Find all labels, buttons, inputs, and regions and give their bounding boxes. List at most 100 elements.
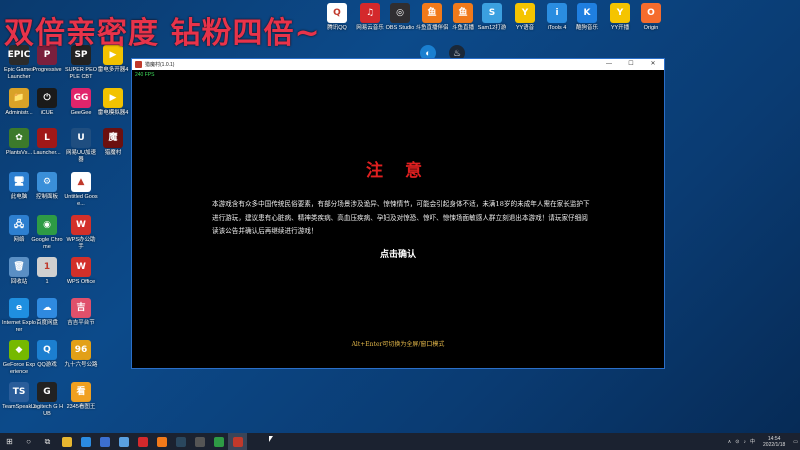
desktop-icon[interactable]: ◉ Google Chrome xyxy=(30,215,64,250)
app-icon: 🖥 xyxy=(9,172,29,192)
chrome-icon[interactable] xyxy=(209,433,228,450)
desktop-icon-label: Launcher... xyxy=(33,150,61,156)
desktop-icon[interactable]: 96 九十六号公路 xyxy=(64,340,98,369)
desktop-icon[interactable]: ⏻ iCUE xyxy=(30,88,64,117)
app-icon: 魔 xyxy=(103,128,123,148)
taskbar-app-glyph xyxy=(137,436,148,447)
desktop-icon-label: 网易云音乐 xyxy=(356,25,384,31)
app-icon: G xyxy=(37,382,57,402)
confirm-button[interactable]: 点击确认 xyxy=(132,247,664,260)
desktop-icon[interactable]: ▶ 雷电模拟器4 xyxy=(96,88,130,117)
app-icon: Q xyxy=(327,3,347,23)
desktop-icon-label: 九十六号公路 xyxy=(64,362,98,368)
app-icon: W xyxy=(71,215,91,235)
desktop-icon[interactable]: 看 2345看图王 xyxy=(64,382,98,411)
desktop-icon-label: 腾讯QQ xyxy=(327,25,347,31)
desktop-icon[interactable]: Q QQ游戏 xyxy=(30,340,64,369)
desktop-icon-label: iTools 4 xyxy=(547,25,567,31)
tray-expand-icon[interactable]: ∧ xyxy=(728,439,732,445)
desktop-icon-label: Logitech G HUB xyxy=(30,404,64,417)
volume-icon[interactable]: ♪ xyxy=(744,439,747,445)
taskbar-app-glyph xyxy=(61,436,72,447)
desktop-icon-label: 斗鱼直播伴侣 xyxy=(415,25,449,31)
desktop-icon[interactable]: ☁ 百度网盘 xyxy=(30,298,64,327)
obs-icon[interactable] xyxy=(190,433,209,450)
netease-music-icon[interactable] xyxy=(133,433,152,450)
desktop-icon-label: QQ游戏 xyxy=(37,362,57,368)
taskbar-app-glyph xyxy=(80,436,91,447)
desktop-icon-label: 吉吉平台节 xyxy=(67,320,95,326)
desktop-icon[interactable]: U 网易UU加速器 xyxy=(64,128,98,163)
desktop-icon[interactable]: Q 腾讯QQ xyxy=(320,3,354,32)
taskbar-app-glyph xyxy=(194,436,205,447)
app-icon: ☁ xyxy=(37,298,57,318)
app-icon: 🖧 xyxy=(9,215,29,235)
app-icon: TS xyxy=(9,382,29,402)
steam-taskbar-icon[interactable] xyxy=(171,433,190,450)
desktop: EPIC Epic Games Launcher P Progressive SP SUP… xyxy=(0,0,800,433)
desktop-icon-label: 酷狗音乐 xyxy=(575,25,598,31)
app-icon: U xyxy=(71,128,91,148)
network-icon[interactable]: ⊙ xyxy=(735,439,739,445)
app-icon: ⏻ xyxy=(37,88,57,108)
file-explorer-icon[interactable] xyxy=(57,433,76,450)
desktop-icon[interactable]: W WPS Office xyxy=(64,257,98,286)
desktop-icon[interactable]: O Origin xyxy=(634,3,668,32)
desktop-icon-label: 百度网盘 xyxy=(35,320,58,326)
douyu-icon[interactable] xyxy=(152,433,171,450)
app-icon-2[interactable] xyxy=(114,433,133,450)
desktop-icon-label: Google Chrome xyxy=(31,237,63,250)
app-icon: 1 xyxy=(37,257,57,277)
desktop-icon[interactable]: Y YY语音 xyxy=(508,3,542,32)
desktop-icon[interactable]: GG GeeGee xyxy=(64,88,98,117)
app-icon: ◆ xyxy=(9,340,29,360)
app-icon: 吉 xyxy=(71,298,91,318)
notification-icon[interactable]: ▭ xyxy=(793,439,798,445)
app-icon: O xyxy=(641,3,661,23)
search-icon[interactable]: ○ xyxy=(19,433,38,450)
start-button[interactable]: ⊞ xyxy=(0,433,19,450)
desktop-icon[interactable]: S Sam12打游 xyxy=(475,3,509,32)
desktop-icon[interactable]: G Logitech G HUB xyxy=(30,382,64,417)
app-icon: e xyxy=(9,298,29,318)
desktop-icon-label: OBS Studio xyxy=(385,25,415,31)
fullscreen-hint: Alt+Enter可切换为全屏/窗口模式 xyxy=(351,341,445,348)
desktop-icon[interactable]: ♫ 网易云音乐 xyxy=(353,3,387,32)
desktop-icon[interactable]: 魔猎魔村 xyxy=(96,128,130,157)
desktop-icon[interactable]: Y YY开播 xyxy=(603,3,637,32)
desktop-icon[interactable]: 吉吉吉平台节 xyxy=(64,298,98,327)
clock[interactable]: 14:54 2022/1/18 xyxy=(763,436,785,448)
desktop-icon-label: WPS办公助手 xyxy=(66,237,96,250)
taskbar-app-glyph xyxy=(118,436,129,447)
desktop-icon[interactable]: 鱼斗鱼直播伴侣 xyxy=(415,3,449,32)
fps-counter: 240 FPS xyxy=(135,72,155,78)
desktop-icon[interactable]: 11 xyxy=(30,257,64,286)
maximize-button[interactable]: ☐ xyxy=(620,59,642,70)
desktop-icon-label: 1 xyxy=(45,279,49,285)
window-titlebar[interactable]: 猎魔村(1.0.1) — ☐ ✕ xyxy=(132,59,664,70)
desktop-icon[interactable]: L Launcher... xyxy=(30,128,64,157)
desktop-icon[interactable]: ▲ Untitled Goose... xyxy=(64,172,98,207)
close-button[interactable]: ✕ xyxy=(642,59,664,70)
desktop-icon[interactable]: K 酷狗音乐 xyxy=(570,3,604,32)
mouse-cursor-icon xyxy=(269,436,273,442)
ime-indicator[interactable]: 中 xyxy=(750,438,755,445)
app-icon: Y xyxy=(610,3,630,23)
minimize-button[interactable]: — xyxy=(598,59,620,70)
desktop-icon[interactable]: ⚙ 控制面板 xyxy=(30,172,64,201)
desktop-icon-label: WPS Office xyxy=(66,279,96,285)
app-icon: i xyxy=(547,3,567,23)
app-icon: ✿ xyxy=(9,128,29,148)
desktop-icon[interactable]: i iTools 4 xyxy=(540,3,574,32)
desktop-icon[interactable]: W WPS办公助手 xyxy=(64,215,98,250)
desktop-icon-label: SUPER PEOPLE CBT xyxy=(64,67,98,80)
desktop-icon[interactable]: ◎ OBS Studio xyxy=(383,3,417,32)
task-view-icon[interactable]: ⧉ xyxy=(38,433,57,450)
game-window[interactable]: 猎魔村(1.0.1) — ☐ ✕ 240 FPS 注 意 本游戏含有众多中国传统… xyxy=(131,58,665,369)
app-icon-1[interactable] xyxy=(95,433,114,450)
stream-overlay-text: 双倍亲密度 钻粉四倍~ xyxy=(4,16,321,51)
system-tray: ∧ ⊙ ♪ 中 14:54 2022/1/18 ▭ xyxy=(726,436,800,448)
edge-icon[interactable] xyxy=(76,433,95,450)
game-icon[interactable] xyxy=(228,433,247,450)
desktop-icon-label: Untitled Goose... xyxy=(64,194,98,207)
